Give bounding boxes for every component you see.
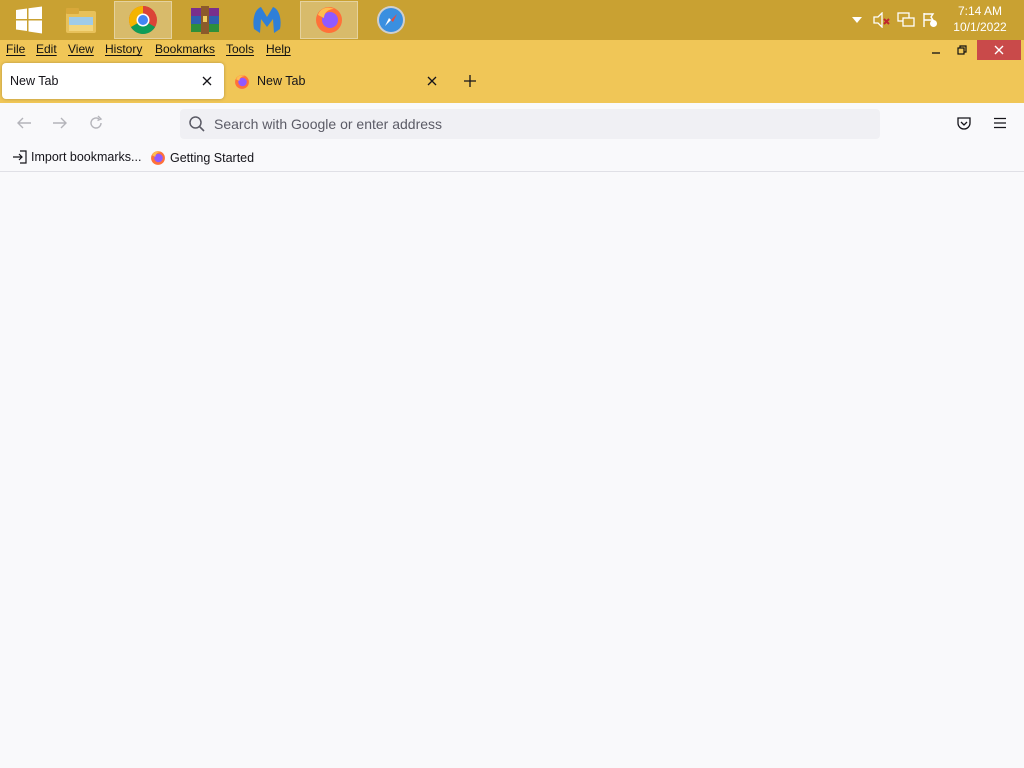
taskbar-firefox[interactable] (300, 1, 358, 39)
pocket-icon (957, 117, 971, 130)
tab-strip: New Tab New Tab (0, 60, 1024, 103)
tab-favicon (234, 74, 250, 93)
taskbar-malwarebytes[interactable] (238, 1, 296, 39)
tab-label: New Tab (257, 74, 306, 88)
import-icon (13, 150, 27, 164)
action-center-button[interactable] (920, 0, 940, 40)
address-bar[interactable] (180, 109, 880, 139)
navigation-toolbar (0, 103, 1024, 143)
show-hidden-icons-icon (852, 17, 862, 23)
new-tab-button[interactable] (459, 70, 481, 92)
tab-label: New Tab (10, 74, 59, 88)
menu-view[interactable]: View (68, 42, 94, 56)
bookmark-getting-started[interactable]: Getting Started (150, 150, 254, 166)
menu-bar: File Edit View History Bookmarks Tools H… (0, 40, 1024, 60)
bookmark-label: Getting Started (170, 151, 255, 165)
tab-close-button[interactable] (199, 73, 215, 89)
bookmark-import[interactable]: Import bookmarks... (12, 150, 141, 164)
minimize-icon (932, 52, 940, 54)
close-icon (202, 76, 212, 86)
clock-time: 7:14 AM (957, 4, 1003, 18)
menu-bookmarks[interactable]: Bookmarks (155, 42, 215, 56)
menu-tools[interactable]: Tools (226, 42, 254, 56)
forward-arrow-icon (53, 117, 67, 129)
menu-help[interactable]: Help (266, 42, 291, 56)
page-content (0, 172, 1024, 768)
network-button[interactable] (896, 0, 916, 40)
menu-file[interactable]: File (6, 42, 25, 56)
system-clock[interactable]: 7:14 AM 10/1/2022 (950, 3, 1010, 35)
reload-button[interactable] (86, 113, 106, 133)
tab-new-tab-1[interactable]: New Tab (2, 63, 224, 99)
plus-icon (464, 75, 476, 87)
chrome-icon (129, 6, 157, 34)
close-icon (994, 45, 1004, 55)
restore-button[interactable] (951, 40, 973, 60)
firefox-icon (235, 75, 249, 89)
tab-close-button[interactable] (424, 73, 440, 89)
volume-button[interactable] (872, 0, 892, 40)
taskbar-winrar[interactable] (176, 1, 234, 39)
reload-icon (90, 115, 103, 129)
search-icon (188, 115, 206, 136)
show-hidden-icons-button[interactable] (850, 0, 864, 40)
close-icon (427, 76, 437, 86)
taskbar-file-explorer[interactable] (52, 1, 110, 39)
forward-button[interactable] (50, 113, 70, 133)
bookmark-label: Import bookmarks... (31, 150, 142, 164)
clock-date: 10/1/2022 (953, 20, 1007, 34)
menu-edit[interactable]: Edit (36, 42, 57, 56)
tab-new-tab-2[interactable]: New Tab (226, 63, 448, 99)
taskbar: 7:14 AM 10/1/2022 (0, 0, 1024, 40)
close-window-button[interactable] (977, 40, 1021, 60)
bookmarks-toolbar: Import bookmarks... Getting Started (0, 143, 1024, 172)
network-icon (897, 12, 915, 27)
minimize-button[interactable] (925, 40, 947, 60)
menu-history[interactable]: History (105, 42, 142, 56)
back-button[interactable] (14, 113, 34, 133)
app-menu-button[interactable] (990, 113, 1010, 133)
action-center-icon (923, 13, 937, 27)
safari-icon (377, 6, 405, 34)
hamburger-menu-icon (994, 117, 1006, 129)
back-arrow-icon (17, 117, 31, 129)
firefox-icon (151, 151, 165, 165)
taskbar-safari[interactable] (362, 1, 420, 39)
winrar-icon (191, 6, 219, 34)
malwarebytes-icon (253, 7, 281, 33)
file-explorer-icon (66, 8, 96, 33)
volume-muted-icon (873, 12, 890, 28)
pocket-button[interactable] (954, 113, 974, 133)
taskbar-chrome[interactable] (114, 1, 172, 39)
firefox-icon (316, 7, 342, 33)
address-input[interactable] (214, 113, 854, 135)
windows-logo-icon (16, 6, 42, 34)
restore-icon (957, 45, 967, 55)
start-button[interactable] (0, 1, 58, 39)
